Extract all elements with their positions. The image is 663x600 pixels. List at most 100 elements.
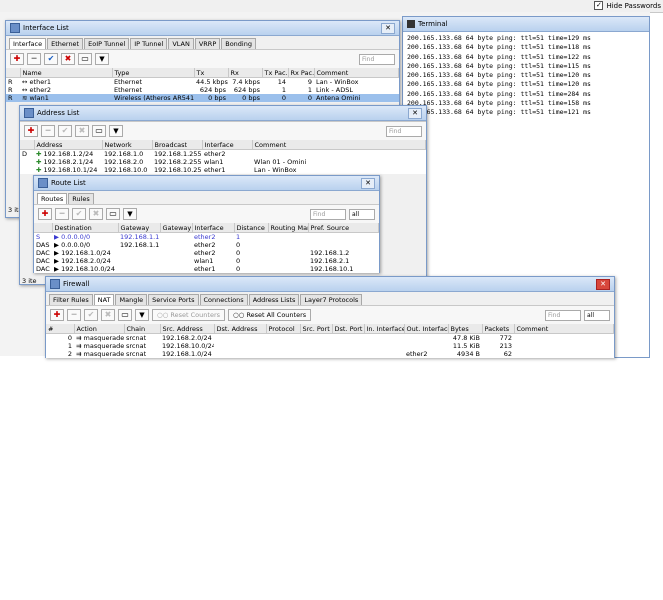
tab-mangle[interactable]: Mangle <box>115 294 148 305</box>
column-header[interactable]: Comment <box>314 68 399 78</box>
tab-connections[interactable]: Connections <box>199 294 248 305</box>
filter-icon[interactable]: ▼ <box>95 53 109 65</box>
table-row[interactable]: R ≋ wlan1 Wireless (Atheros AR5413) 0 bp… <box>6 94 399 102</box>
find-input[interactable]: Find <box>545 309 581 321</box>
table-row[interactable]: R ↔ ether2 Ethernet 624 bps 624 bps 1 1 … <box>6 86 399 94</box>
disable-button[interactable]: ✖ <box>61 53 75 65</box>
column-header[interactable]: Address <box>34 140 103 150</box>
column-header[interactable]: Destination <box>52 223 119 233</box>
comment-button[interactable]: ▭ <box>118 309 132 321</box>
column-header[interactable]: Tx Pac... <box>262 68 289 78</box>
column-header[interactable]: Type <box>112 68 195 78</box>
interface-list-title-bar[interactable]: Interface List <box>6 21 399 36</box>
enable-button[interactable]: ✔ <box>58 125 72 137</box>
tab-routes[interactable]: Routes <box>37 193 68 204</box>
table-row[interactable]: 0 ⇉ masquerade srcnat 192.168.2.0/24 47.… <box>46 334 614 342</box>
column-header[interactable]: Interface <box>192 223 235 233</box>
remove-button[interactable]: ━ <box>55 208 69 220</box>
close-icon[interactable]: ✕ <box>408 108 422 119</box>
table-row[interactable]: S ▶ 0.0.0.0/0 192.168.1.1 ether2 1 <box>34 233 379 241</box>
add-button[interactable]: ✚ <box>50 309 64 321</box>
close-icon[interactable]: ✕ <box>361 178 375 189</box>
column-header[interactable]: Broadcast <box>152 140 203 150</box>
column-header[interactable]: Bytes <box>448 324 483 334</box>
table-row[interactable]: 1 ⇉ masquerade srcnat 192.168.10.0/24 11… <box>46 342 614 350</box>
remove-button[interactable]: ━ <box>27 53 41 65</box>
column-header[interactable]: Dst. Port <box>332 324 365 334</box>
column-header[interactable]: Routing Mark <box>268 223 309 233</box>
filter-icon[interactable]: ▼ <box>109 125 123 137</box>
terminal-output[interactable]: 200.165.133.68 64 byte ping: ttl=51 time… <box>407 34 645 118</box>
route-list-title-bar[interactable]: Route List <box>34 176 379 191</box>
comment-button[interactable]: ▭ <box>78 53 92 65</box>
tab-rules[interactable]: Rules <box>68 193 94 204</box>
tab-address-lists[interactable]: Address Lists <box>248 294 300 305</box>
tab-nat[interactable]: NAT <box>93 294 115 305</box>
table-row[interactable]: 2 ⇉ masquerade srcnat 192.168.1.0/24 eth… <box>46 350 614 358</box>
column-header[interactable]: Comment <box>252 140 426 150</box>
table-row[interactable]: ✚ 192.168.10.1/24 192.168.10.0 192.168.1… <box>20 166 426 174</box>
tab-ethernet[interactable]: Ethernet <box>47 38 84 49</box>
enable-button[interactable]: ✔ <box>72 208 86 220</box>
column-header[interactable]: Distance <box>234 223 269 233</box>
column-header[interactable]: Rx <box>228 68 263 78</box>
find-input[interactable]: Find <box>386 125 422 137</box>
comment-button[interactable]: ▭ <box>92 125 106 137</box>
column-header[interactable]: Dst. Address <box>214 324 267 334</box>
disable-button[interactable]: ✖ <box>101 309 115 321</box>
tab-interface[interactable]: Interface <box>9 38 47 49</box>
column-header[interactable]: Out. Interface <box>404 324 449 334</box>
column-header[interactable]: Packets <box>482 324 515 334</box>
tab-eoip-tunnel[interactable]: EoIP Tunnel <box>84 38 130 49</box>
column-header[interactable]: Gateway <box>118 223 161 233</box>
column-header[interactable]: Src. Address <box>160 324 215 334</box>
comment-button[interactable]: ▭ <box>106 208 120 220</box>
table-row[interactable]: DAS ▶ 0.0.0.0/0 192.168.1.1 ether2 0 <box>34 241 379 249</box>
tab-layer7-protocols[interactable]: Layer7 Protocols <box>300 294 363 305</box>
add-button[interactable]: ✚ <box>10 53 24 65</box>
column-header[interactable]: Tx <box>194 68 229 78</box>
terminal-title-bar[interactable]: Terminal <box>403 17 649 32</box>
remove-button[interactable]: ━ <box>67 309 81 321</box>
firewall-filter-select[interactable]: all <box>584 309 610 321</box>
column-header[interactable]: Rx Pac... <box>288 68 315 78</box>
filter-icon[interactable]: ▼ <box>123 208 137 220</box>
column-header[interactable]: Action <box>74 324 125 334</box>
tab-bonding[interactable]: Bonding <box>221 38 256 49</box>
hide-passwords-checkbox[interactable]: ✓ <box>594 1 604 10</box>
tab-ip-tunnel[interactable]: IP Tunnel <box>130 38 168 49</box>
disable-button[interactable]: ✖ <box>89 208 103 220</box>
column-header[interactable]: Src. Port <box>300 324 333 334</box>
disable-button[interactable]: ✖ <box>75 125 89 137</box>
firewall-title-bar[interactable]: Firewall <box>46 277 614 292</box>
firewall-window[interactable]: Firewall ✕ Filter Rules NAT Mangle Servi… <box>45 276 615 358</box>
remove-button[interactable]: ━ <box>41 125 55 137</box>
tab-filter-rules[interactable]: Filter Rules <box>49 294 93 305</box>
find-input[interactable]: Find <box>359 53 395 65</box>
column-header[interactable]: Pref. Source <box>308 223 379 233</box>
address-list-title-bar[interactable]: Address List <box>20 106 426 121</box>
column-header[interactable]: Chain <box>124 324 161 334</box>
enable-button[interactable]: ✔ <box>84 309 98 321</box>
add-button[interactable]: ✚ <box>24 125 38 137</box>
column-header[interactable] <box>20 140 35 150</box>
column-header[interactable]: Interface <box>202 140 253 150</box>
table-row[interactable]: DAC ▶ 192.168.10.0/24 ether1 0 192.168.1… <box>34 265 379 273</box>
add-button[interactable]: ✚ <box>38 208 52 220</box>
tab-vlan[interactable]: VLAN <box>168 38 194 49</box>
reset-counters-button[interactable]: ○○ Reset Counters <box>152 309 226 321</box>
column-header[interactable]: Name <box>20 68 113 78</box>
hide-passwords-toggle[interactable]: ✓ Hide Passwords <box>594 1 661 10</box>
column-header[interactable]: # <box>46 324 75 334</box>
table-row[interactable]: D ✚ 192.168.1.2/24 192.168.1.0 192.168.1… <box>20 150 426 158</box>
route-filter-select[interactable]: all <box>349 208 375 220</box>
enable-button[interactable]: ✔ <box>44 53 58 65</box>
column-header[interactable]: Network <box>102 140 153 150</box>
table-row[interactable]: DAC ▶ 192.168.1.0/24 ether2 0 192.168.1.… <box>34 249 379 257</box>
column-header[interactable]: Comment <box>514 324 614 334</box>
filter-icon[interactable]: ▼ <box>135 309 149 321</box>
column-header[interactable]: Protocol <box>266 324 301 334</box>
close-icon[interactable]: ✕ <box>596 279 610 290</box>
route-list-window[interactable]: Route List ✕ Routes Rules ✚ ━ ✔ ✖ ▭ ▼ Fi… <box>33 175 380 273</box>
find-input[interactable]: Find <box>310 208 346 220</box>
